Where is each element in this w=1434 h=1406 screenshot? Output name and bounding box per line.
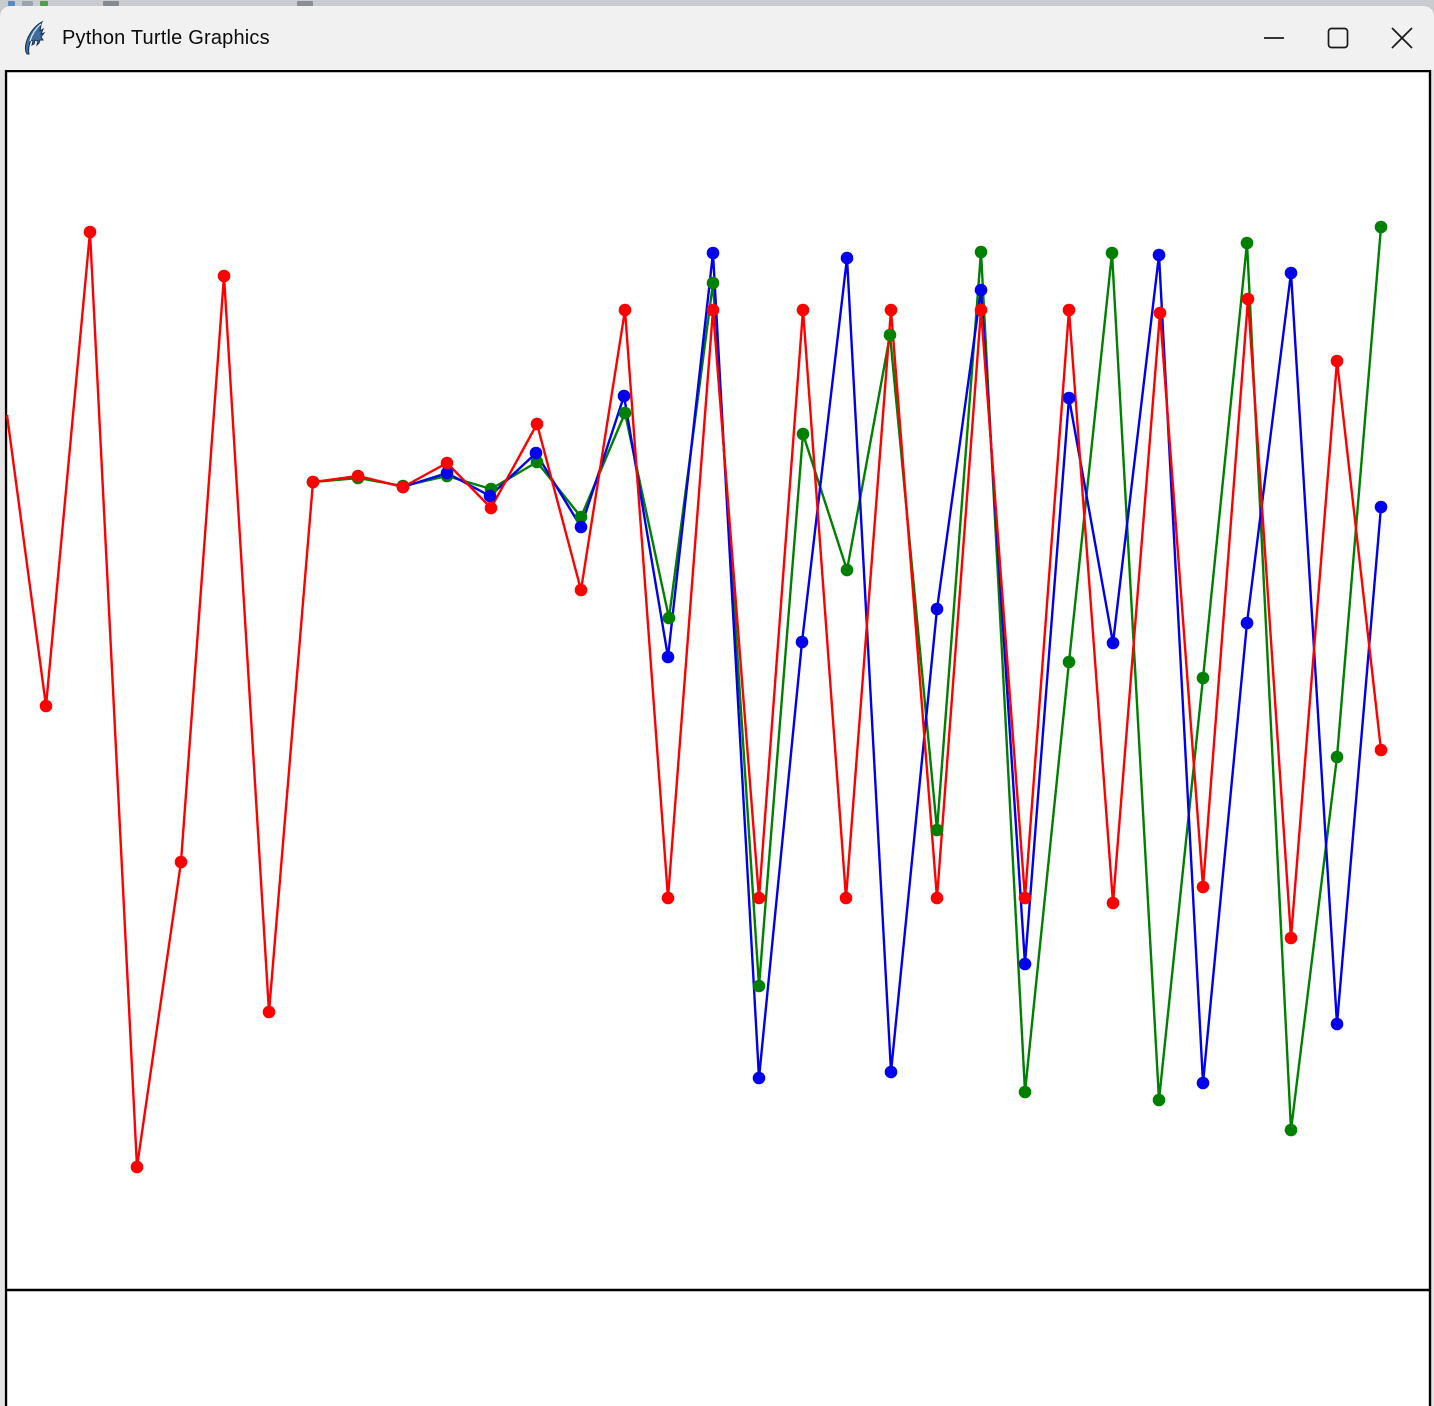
blue-data-point bbox=[1062, 391, 1076, 405]
blue-data-point bbox=[1330, 1017, 1344, 1031]
red-data-point bbox=[440, 456, 454, 470]
red-data-point bbox=[574, 583, 588, 597]
green-data-point bbox=[662, 611, 676, 625]
canvas-bg bbox=[0, 70, 1434, 1406]
window-controls bbox=[1242, 6, 1434, 70]
red-data-point bbox=[39, 699, 53, 713]
blue-data-point bbox=[1374, 500, 1388, 514]
blue-data-point bbox=[1018, 957, 1032, 971]
red-data-point bbox=[130, 1160, 144, 1174]
red-data-point bbox=[174, 855, 188, 869]
minimize-icon bbox=[1264, 37, 1284, 39]
blue-data-point bbox=[661, 650, 675, 664]
close-icon bbox=[1391, 27, 1413, 49]
red-data-point bbox=[884, 303, 898, 317]
green-data-point bbox=[883, 328, 897, 342]
blue-data-point bbox=[1284, 266, 1298, 280]
red-data-point bbox=[396, 480, 410, 494]
window-title: Python Turtle Graphics bbox=[62, 26, 270, 49]
python-feather-icon bbox=[25, 21, 46, 55]
red-data-point bbox=[1062, 303, 1076, 317]
blue-data-point bbox=[1106, 636, 1120, 650]
red-data-point bbox=[839, 891, 853, 905]
minimize-button[interactable] bbox=[1242, 6, 1306, 70]
green-data-point bbox=[1196, 671, 1210, 685]
green-data-point bbox=[1374, 220, 1388, 234]
green-data-point bbox=[796, 427, 810, 441]
blue-data-point bbox=[795, 635, 809, 649]
red-data-point bbox=[1153, 306, 1167, 320]
titlebar[interactable]: Python Turtle Graphics bbox=[0, 6, 1434, 70]
red-data-point bbox=[930, 891, 944, 905]
blue-data-point bbox=[617, 389, 631, 403]
red-data-point bbox=[351, 469, 365, 483]
blue-data-point bbox=[1196, 1076, 1210, 1090]
maximize-button[interactable] bbox=[1306, 6, 1370, 70]
green-data-point bbox=[974, 245, 988, 259]
blue-data-point bbox=[840, 251, 854, 265]
red-data-point bbox=[306, 475, 320, 489]
red-data-point bbox=[661, 891, 675, 905]
green-data-point bbox=[1284, 1123, 1298, 1137]
frame-left bbox=[0, 70, 4, 1406]
blue-data-point bbox=[1240, 616, 1254, 630]
green-data-point bbox=[1018, 1085, 1032, 1099]
canvas-area bbox=[0, 70, 1434, 1406]
blue-data-point bbox=[483, 489, 497, 503]
close-button[interactable] bbox=[1370, 6, 1434, 70]
red-data-point bbox=[796, 303, 810, 317]
red-data-point bbox=[1241, 292, 1255, 306]
green-data-point bbox=[1152, 1093, 1166, 1107]
red-data-point bbox=[752, 891, 766, 905]
green-data-point bbox=[840, 563, 854, 577]
blue-data-point bbox=[574, 520, 588, 534]
blue-data-point bbox=[752, 1071, 766, 1085]
red-data-point bbox=[1374, 743, 1388, 757]
red-data-point bbox=[83, 225, 97, 239]
red-data-point bbox=[217, 269, 231, 283]
blue-data-point bbox=[529, 446, 543, 460]
green-data-point bbox=[1062, 655, 1076, 669]
red-data-point bbox=[1284, 931, 1298, 945]
red-data-point bbox=[1018, 891, 1032, 905]
blue-data-point bbox=[930, 602, 944, 616]
red-data-point bbox=[484, 501, 498, 515]
red-data-point bbox=[1330, 354, 1344, 368]
red-data-point bbox=[1196, 880, 1210, 894]
blue-data-point bbox=[884, 1065, 898, 1079]
green-data-point bbox=[1330, 750, 1344, 764]
green-data-point bbox=[618, 406, 632, 420]
blue-data-point bbox=[1152, 248, 1166, 262]
turtle-canvas bbox=[0, 70, 1434, 1406]
red-data-point bbox=[974, 303, 988, 317]
green-data-point bbox=[706, 276, 720, 290]
green-data-point bbox=[1105, 246, 1119, 260]
green-data-point bbox=[930, 823, 944, 837]
blue-data-point bbox=[706, 246, 720, 260]
red-data-point bbox=[530, 417, 544, 431]
red-data-point bbox=[618, 303, 632, 317]
blue-data-point bbox=[974, 283, 988, 297]
green-data-point bbox=[752, 979, 766, 993]
maximize-icon bbox=[1327, 27, 1349, 49]
red-data-point bbox=[262, 1005, 276, 1019]
green-data-point bbox=[1240, 236, 1254, 250]
red-data-point bbox=[1106, 896, 1120, 910]
turtle-graphics-window: Python Turtle Graphics bbox=[0, 6, 1434, 1406]
red-data-point bbox=[706, 303, 720, 317]
